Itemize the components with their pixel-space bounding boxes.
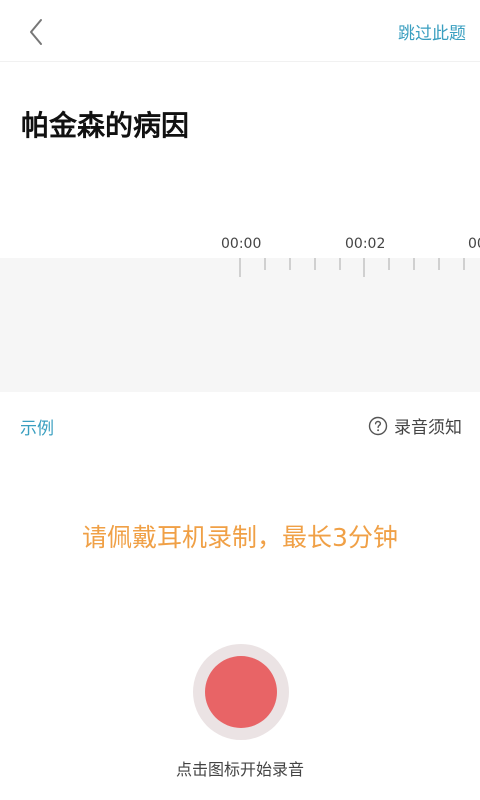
record-caption: 点击图标开始录音 — [175, 760, 304, 779]
record-icon — [205, 656, 277, 728]
question-circle-icon — [368, 416, 388, 435]
question-title: 帕金森的病因 — [21, 109, 190, 142]
back-button[interactable] — [16, 12, 56, 52]
recording-page: 跳过此题 帕金森的病因 00:00 00:02 00 示例 录音须知 请佩戴 — [0, 0, 480, 800]
timeline-label-next: 00 — [468, 236, 480, 252]
waveform-area[interactable] — [0, 258, 480, 392]
record-button[interactable] — [193, 644, 289, 740]
timeline-label-start: 00:00 — [221, 236, 262, 252]
headphone-hint: 请佩戴耳机录制，最长3分钟 — [82, 523, 398, 552]
chevron-left-icon — [30, 19, 42, 45]
timeline-label-2s: 00:02 — [345, 236, 386, 252]
top-bar: 跳过此题 — [0, 0, 480, 62]
timeline-ticks — [239, 258, 465, 277]
skip-question-button[interactable]: 跳过此题 — [398, 19, 466, 44]
recording-notice-label: 录音须知 — [394, 418, 462, 438]
recording-notice-link[interactable]: 录音须知 — [368, 413, 462, 438]
example-link[interactable]: 示例 — [20, 414, 54, 439]
